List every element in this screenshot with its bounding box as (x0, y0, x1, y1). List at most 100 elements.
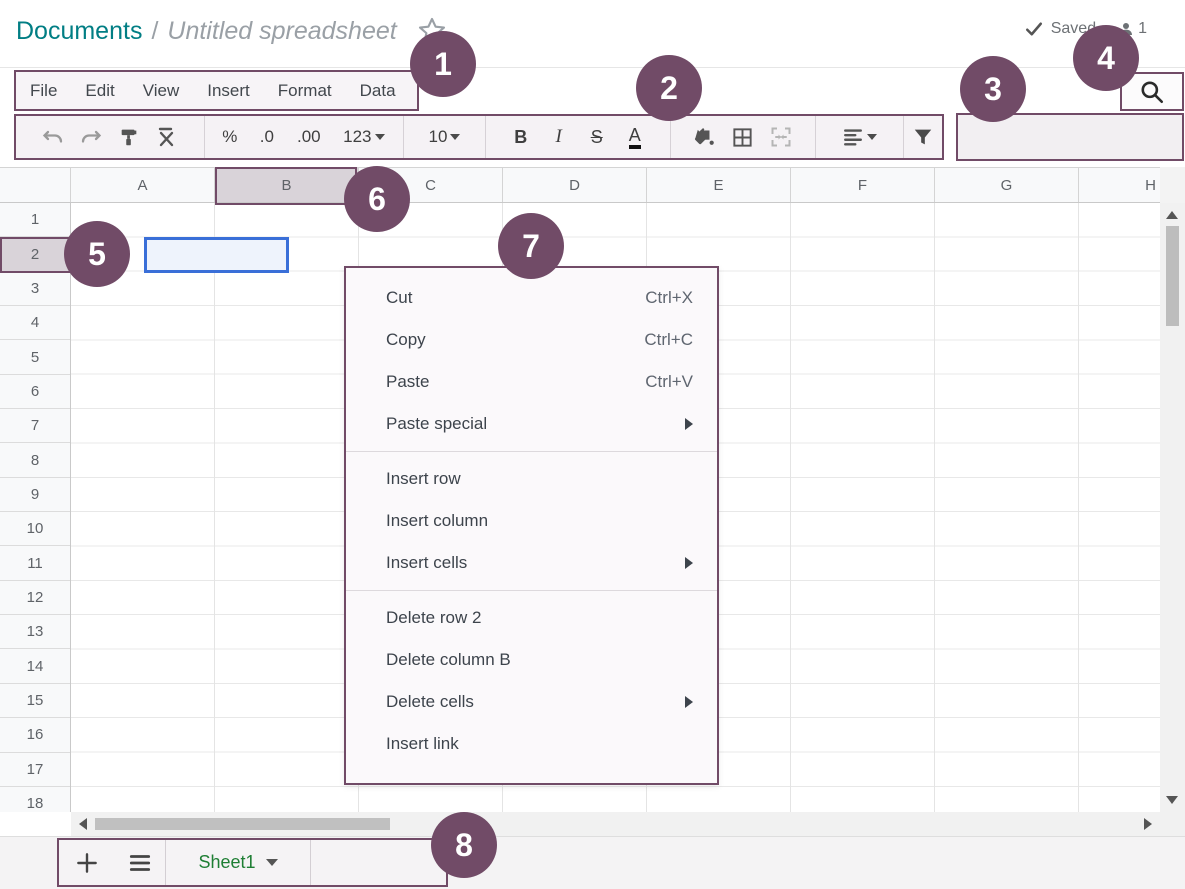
menu-file[interactable]: File (28, 81, 71, 101)
row-header-13[interactable]: 13 (0, 615, 70, 649)
scroll-up-arrow-icon[interactable] (1166, 211, 1178, 219)
strikethrough-button[interactable]: S (578, 120, 616, 154)
more-formats-dropdown[interactable]: 123 (333, 120, 395, 154)
format-percent-button[interactable]: % (213, 120, 247, 154)
column-header-f[interactable]: F (791, 168, 935, 202)
context-menu-item-insert-column[interactable]: Insert column (346, 500, 717, 542)
vertical-scrollbar[interactable] (1160, 203, 1185, 812)
context-menu-item-label: Copy (386, 330, 644, 350)
column-header-a[interactable]: A (71, 168, 215, 202)
scroll-down-arrow-icon[interactable] (1166, 796, 1178, 804)
horizontal-scrollbar-thumb[interactable] (95, 818, 390, 830)
context-menu-item-delete-cells[interactable]: Delete cells (346, 681, 717, 723)
context-menu-shortcut: Ctrl+X (645, 288, 693, 308)
document-title[interactable]: Untitled spreadsheet (167, 17, 396, 46)
context-menu-item-label: Insert link (386, 734, 693, 754)
menu-data[interactable]: Data (346, 81, 410, 101)
clear-format-button[interactable] (148, 120, 186, 154)
row-header-2[interactable]: 2 (0, 237, 70, 271)
filter-button[interactable] (904, 120, 942, 154)
horizontal-align-dropdown[interactable] (841, 120, 879, 154)
column-header-d[interactable]: D (503, 168, 647, 202)
row-header-14[interactable]: 14 (0, 649, 70, 683)
context-menu-item-paste[interactable]: PasteCtrl+V (346, 361, 717, 403)
paint-format-button[interactable] (110, 120, 148, 154)
toolbar-number-format-group: % .0 .00 123 (205, 116, 405, 158)
row-header-1[interactable]: 1 (0, 203, 70, 237)
context-menu-separator (346, 590, 717, 591)
row-header-9[interactable]: 9 (0, 478, 70, 512)
context-menu-item-delete-column-b[interactable]: Delete column B (346, 639, 717, 681)
row-header-10[interactable]: 10 (0, 512, 70, 546)
sheet-list-icon (127, 850, 153, 876)
row-headers: 123456789101112131415161718 (0, 203, 71, 812)
annotation-badge-7: 7 (498, 213, 564, 279)
submenu-arrow-icon (685, 418, 693, 430)
redo-button[interactable] (72, 120, 110, 154)
caret-down-icon (867, 134, 877, 140)
context-menu-item-delete-row-2[interactable]: Delete row 2 (346, 597, 717, 639)
spreadsheet-app: Documents / Untitled spreadsheet Saved 1… (0, 0, 1185, 889)
grid-corner-cell[interactable] (0, 168, 71, 202)
undo-icon (41, 125, 65, 149)
menu-insert[interactable]: Insert (193, 81, 264, 101)
column-header-b[interactable]: B (215, 168, 359, 202)
row-header-12[interactable]: 12 (0, 581, 70, 615)
undo-button[interactable] (34, 120, 72, 154)
selected-cell-b2[interactable] (144, 237, 289, 273)
context-menu-item-insert-cells[interactable]: Insert cells (346, 542, 717, 584)
vertical-scrollbar-thumb[interactable] (1166, 226, 1179, 326)
row-header-18[interactable]: 18 (0, 787, 70, 812)
annotation-badge-3: 3 (960, 56, 1026, 122)
column-header-e[interactable]: E (647, 168, 791, 202)
fill-color-button[interactable] (686, 120, 724, 154)
context-menu-item-label: Insert cells (386, 553, 685, 573)
row-header-3[interactable]: 3 (0, 272, 70, 306)
plus-icon (74, 850, 100, 876)
row-header-15[interactable]: 15 (0, 684, 70, 718)
sheet-tab-sheet1[interactable]: Sheet1 (165, 840, 311, 885)
context-menu-item-cut[interactable]: CutCtrl+X (346, 277, 717, 319)
add-sheet-button[interactable] (59, 840, 115, 885)
row-header-7[interactable]: 7 (0, 409, 70, 443)
decrease-decimal-button[interactable]: .0 (249, 120, 285, 154)
context-menu-item-label: Paste (386, 372, 645, 392)
row-header-5[interactable]: 5 (0, 340, 70, 374)
breadcrumb-separator: / (151, 17, 158, 46)
menu-view[interactable]: View (129, 81, 194, 101)
menu-edit[interactable]: Edit (71, 81, 128, 101)
context-menu-item-copy[interactable]: CopyCtrl+C (346, 319, 717, 361)
context-menu-item-insert-row[interactable]: Insert row (346, 458, 717, 500)
font-size-dropdown[interactable]: 10 (426, 120, 464, 154)
context-menu-separator (346, 451, 717, 452)
row-header-4[interactable]: 4 (0, 306, 70, 340)
scrollbar-corner (1160, 812, 1185, 836)
scroll-left-arrow-icon[interactable] (79, 818, 87, 830)
menu-format[interactable]: Format (264, 81, 346, 101)
text-color-button[interactable]: A (616, 120, 654, 154)
column-headers: ABCDEFGH (0, 167, 1160, 203)
row-header-16[interactable]: 16 (0, 718, 70, 752)
scroll-right-arrow-icon[interactable] (1144, 818, 1152, 830)
context-menu-shortcut: Ctrl+V (645, 372, 693, 392)
merge-cells-button[interactable] (762, 120, 800, 154)
column-header-g[interactable]: G (935, 168, 1079, 202)
row-header-8[interactable]: 8 (0, 443, 70, 477)
context-menu-item-paste-special[interactable]: Paste special (346, 403, 717, 445)
context-menu-item-insert-link[interactable]: Insert link (346, 723, 717, 765)
column-header-h[interactable]: H (1079, 168, 1160, 202)
sheet-list-button[interactable] (115, 840, 165, 885)
borders-button[interactable] (724, 120, 762, 154)
row-header-6[interactable]: 6 (0, 375, 70, 409)
increase-decimal-button[interactable]: .00 (287, 120, 331, 154)
italic-button[interactable]: I (540, 120, 578, 154)
sheet-menu-caret-icon[interactable] (266, 859, 278, 866)
breadcrumb-documents-link[interactable]: Documents (16, 17, 142, 46)
borders-icon (731, 126, 754, 149)
row-header-11[interactable]: 11 (0, 546, 70, 580)
row-header-17[interactable]: 17 (0, 753, 70, 787)
bottom-sheet-bar: Sheet1 (0, 836, 1185, 889)
horizontal-scrollbar[interactable] (71, 812, 1160, 836)
bold-button[interactable]: B (502, 120, 540, 154)
align-left-icon (842, 126, 864, 148)
